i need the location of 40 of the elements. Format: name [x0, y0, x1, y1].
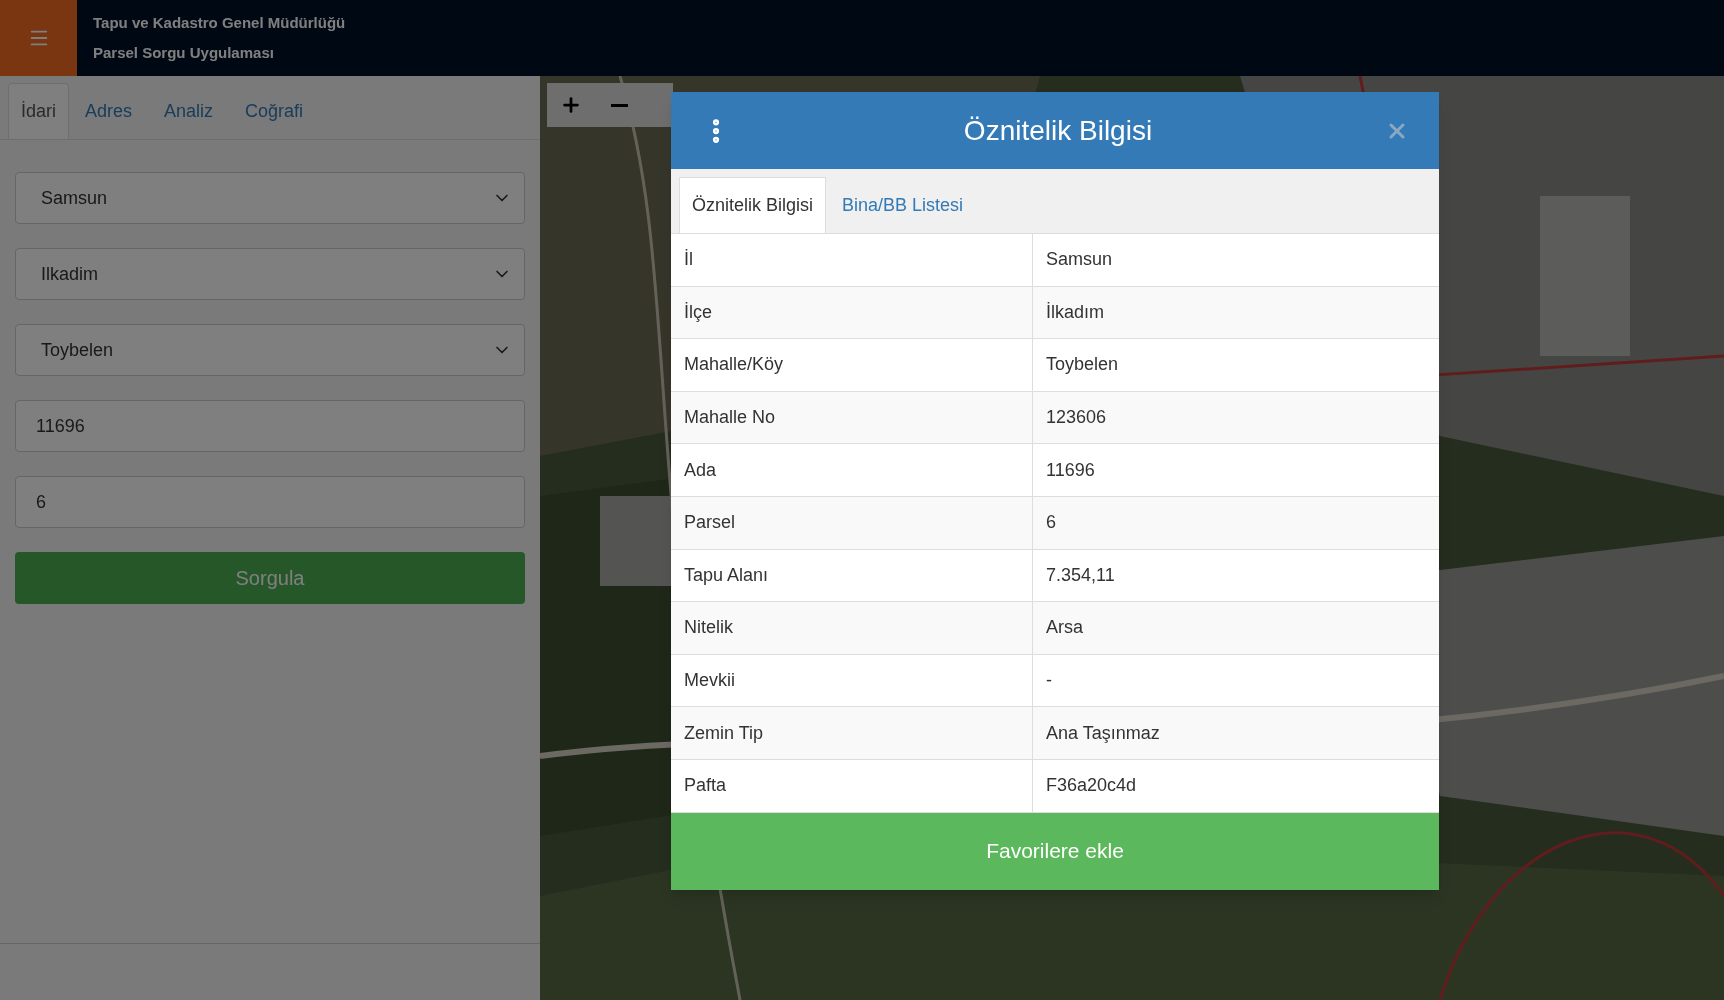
dropdown-field[interactable]: Samsun	[15, 172, 525, 224]
sidebar-tab[interactable]: Analiz	[148, 83, 230, 139]
dropdown-field[interactable]: Toybelen	[15, 324, 525, 376]
dropdown-field[interactable]: Ilkadim	[15, 248, 525, 300]
table-cell-text: -	[1045, 669, 1053, 693]
table-cell-text: 123606	[1045, 406, 1108, 430]
table-cell: Pafta	[671, 759, 1033, 812]
table-cell: Zemin Tip	[671, 707, 1033, 759]
plus-icon	[560, 94, 582, 116]
table-cell-text: Arsa	[1045, 616, 1084, 640]
table-cell: Mahalle/Köy	[671, 339, 1033, 391]
minus-icon	[610, 103, 628, 107]
app-subtitle: Parsel Sorgu Uygulaması	[93, 43, 275, 63]
table-cell-text: İlkadım	[1045, 300, 1106, 324]
table-cell: Nitelik	[671, 602, 1033, 654]
dialog-tab[interactable]: Öznitelik Bilgisi	[679, 177, 827, 233]
dialog-tab[interactable]: Bina/BB Listesi	[826, 177, 980, 233]
table-cell-text: F36a20c4d	[1045, 774, 1138, 798]
input-field[interactable]: 11696	[15, 400, 525, 452]
table-cell-text: 6	[1045, 511, 1057, 535]
table-cell-text: 11696	[1045, 458, 1096, 482]
table-cell-text: Samsun	[1045, 248, 1114, 272]
sidebar-tab[interactable]: İdari	[8, 83, 69, 139]
table-cell-text: 7.354,11	[1045, 563, 1116, 587]
query-button[interactable]: Sorgula	[15, 552, 525, 604]
sidebar-tab[interactable]: Adres	[69, 83, 149, 139]
table-cell: İlçe	[671, 286, 1033, 339]
add-favorites-button[interactable]: Favorilere ekle	[671, 812, 1439, 890]
table-cell: Tapu Alanı	[671, 549, 1033, 602]
table-cell-text: Ana Taşınmaz	[1045, 721, 1161, 745]
table-cell-text: Toybelen	[1045, 353, 1120, 377]
table-cell: İl	[671, 234, 1033, 286]
sidebar-tab[interactable]: Coğrafi	[229, 83, 320, 139]
table-cell: Parsel	[671, 496, 1033, 549]
dialog-title: Öznitelik Bilgisi	[963, 113, 1153, 148]
table-cell: Ada	[671, 444, 1033, 496]
app-title: Tapu ve Kadastro Genel Müdürlüğü	[93, 12, 346, 33]
input-field[interactable]: 6	[15, 476, 525, 528]
table-cell: Mahalle No	[671, 391, 1033, 444]
table-cell: Mevkii	[671, 654, 1033, 707]
